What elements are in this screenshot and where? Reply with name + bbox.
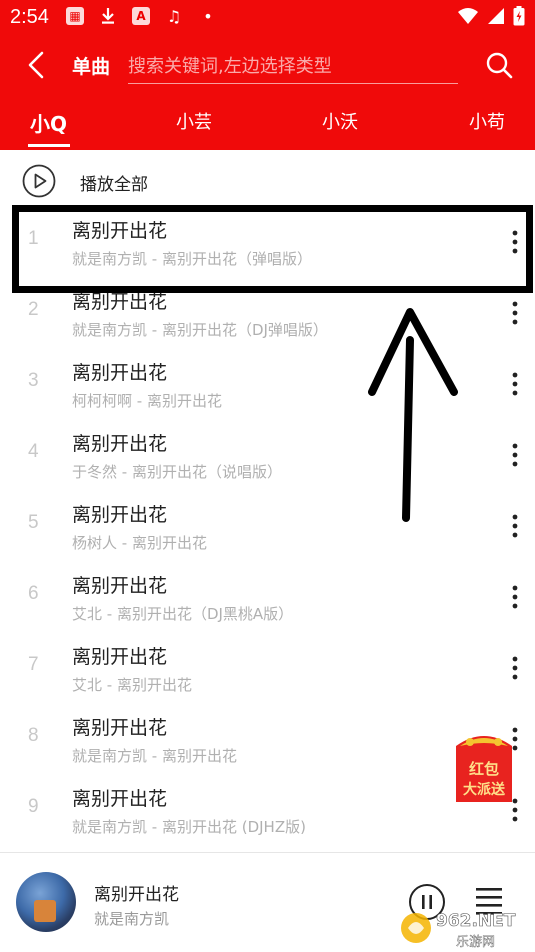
active-tab-indicator (28, 144, 70, 147)
status-icons-right (457, 6, 525, 30)
play-all-row[interactable]: 播放全部 (0, 160, 535, 204)
more-vertical-icon (512, 372, 518, 396)
song-index: 7 (28, 654, 39, 675)
now-playing-title: 离别开出花 (94, 885, 179, 905)
more-vertical-icon (512, 301, 518, 325)
more-options-button[interactable] (500, 506, 530, 546)
status-bar: 2:54 ▦ A ♫ • (0, 0, 535, 36)
song-index: 2 (28, 299, 39, 320)
song-index: 6 (28, 583, 39, 604)
search-type-selector[interactable]: 单曲 (72, 52, 110, 79)
more-options-button[interactable] (500, 364, 530, 404)
more-options-button[interactable] (500, 435, 530, 475)
more-options-button[interactable] (500, 577, 530, 617)
song-subtitle: 杨树人 - 离别开出花 (72, 534, 207, 552)
back-button[interactable] (20, 48, 56, 82)
tab-xiao-gou[interactable]: 小苟 (469, 108, 505, 134)
now-playing-artist: 就是南方凯 (94, 910, 170, 928)
a-icon: A (132, 7, 150, 25)
song-row[interactable]: 6 离别开出花 艾北 - 离别开出花（DJ黑桃A版） (0, 557, 535, 628)
signal-icon (487, 7, 505, 29)
red-packet-icon: 红包 大派送 (456, 736, 512, 802)
search-icon (486, 52, 513, 79)
more-vertical-icon (512, 514, 518, 538)
song-subtitle: 就是南方凯 - 离别开出花 (72, 747, 237, 765)
play-circle-icon (22, 164, 56, 198)
site-watermark-logo: 962.NET 乐游网 (401, 911, 516, 950)
song-title: 离别开出花 (72, 575, 168, 597)
song-title: 离别开出花 (72, 433, 168, 455)
more-options-button[interactable] (500, 293, 530, 333)
song-index: 4 (28, 441, 39, 462)
song-title: 离别开出花 (72, 646, 168, 668)
dot-icon: • (203, 6, 213, 26)
status-icons-left: ▦ A ♫ • (66, 6, 218, 26)
more-vertical-icon (512, 443, 518, 467)
song-row[interactable]: 7 离别开出花 艾北 - 离别开出花 (0, 628, 535, 699)
chevron-left-icon (28, 51, 44, 79)
song-index: 5 (28, 512, 39, 533)
song-index: 9 (28, 796, 39, 817)
song-subtitle: 艾北 - 离别开出花（DJ黑桃A版） (72, 605, 294, 623)
album-cover-art (34, 900, 56, 922)
red-packet-line2: 大派送 (463, 781, 506, 798)
album-cover[interactable] (16, 872, 76, 932)
song-index: 8 (28, 725, 39, 746)
search-button[interactable] (482, 48, 516, 82)
search-input[interactable] (128, 50, 458, 84)
tab-xiao-yun[interactable]: 小芸 (176, 108, 212, 134)
song-subtitle: 艾北 - 离别开出花 (72, 676, 192, 694)
music-icon: ♫ (166, 6, 182, 26)
play-all-label: 播放全部 (80, 175, 148, 195)
search-toolbar: 单曲 (0, 36, 535, 94)
song-subtitle: 就是南方凯 - 离别开出花 (DJHZ版) (72, 818, 306, 836)
more-vertical-icon (512, 656, 518, 680)
more-options-button[interactable] (500, 648, 530, 688)
arrow-up-icon (368, 308, 458, 522)
wifi-icon (457, 7, 479, 29)
red-packet-line1: 红包 (469, 760, 499, 778)
more-vertical-icon (512, 585, 518, 609)
song-title: 离别开出花 (72, 717, 168, 739)
tab-xiao-wo[interactable]: 小沃 (322, 108, 358, 134)
download-icon (98, 6, 118, 26)
source-tabs: 小Q 小芸 小沃 小苟 (0, 94, 535, 150)
song-subtitle: 柯柯柯啊 - 离别开出花 (72, 392, 222, 410)
red-packet-promo[interactable]: 红包 大派送 (450, 728, 518, 804)
song-subtitle: 于冬然 - 离别开出花（说唱版） (72, 463, 282, 481)
watermark-sub: 乐游网 (456, 935, 495, 950)
highlight-box-annotation (12, 205, 533, 293)
song-title: 离别开出花 (72, 788, 168, 810)
song-index: 3 (28, 370, 39, 391)
app-icon: ▦ (66, 7, 84, 25)
song-title: 离别开出花 (72, 504, 168, 526)
battery-icon (513, 6, 525, 30)
status-time: 2:54 (10, 6, 49, 28)
song-subtitle: 就是南方凯 - 离别开出花（DJ弹唱版） (72, 321, 328, 339)
watermark-brand: 962.NET (436, 911, 516, 931)
song-title: 离别开出花 (72, 362, 168, 384)
tab-xiao-q[interactable]: 小Q (30, 108, 67, 137)
